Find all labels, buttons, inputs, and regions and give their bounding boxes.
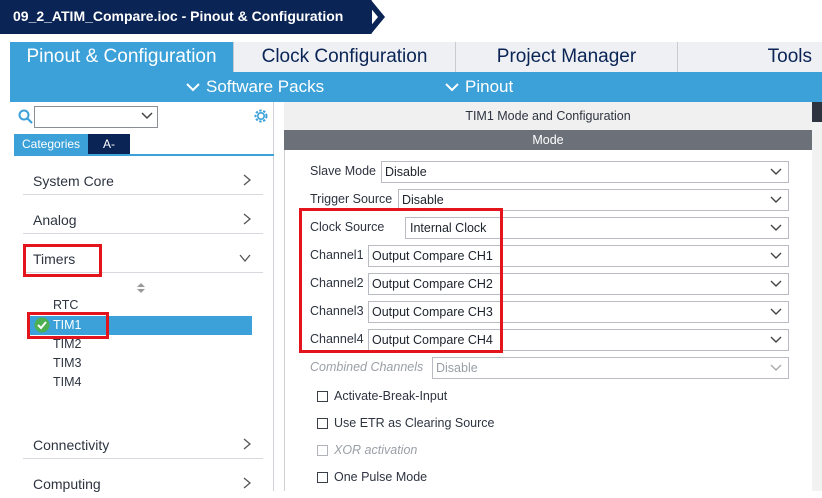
timer-item-tim4[interactable]: TIM4 (53, 375, 81, 389)
category-label: System Core (33, 173, 114, 189)
checkbox-label: Use ETR as Clearing Source (334, 416, 495, 430)
chevron-down-icon (770, 224, 782, 231)
category-view-tabs: Categories A->Z (14, 134, 131, 171)
timer-item-tim2[interactable]: TIM2 (53, 337, 81, 351)
tab-pinout-configuration[interactable]: Pinout & Configuration (10, 42, 234, 72)
checkbox-box[interactable] (317, 471, 328, 483)
combined-channels-value: Disable (436, 361, 478, 375)
chevron-down-icon[interactable] (141, 111, 153, 121)
software-packs-label: Software Packs (206, 77, 325, 96)
chevron-down-icon (445, 83, 459, 92)
use-etr-checkbox[interactable]: Use ETR as Clearing Source (317, 415, 494, 431)
breadcrumb-chevron-icon (364, 0, 387, 34)
category-label: Analog (33, 212, 77, 228)
highlight-box (299, 208, 503, 353)
category-label: Computing (33, 476, 101, 492)
checkbox-box[interactable] (317, 417, 328, 429)
checkbox-label: XOR activation (334, 443, 418, 457)
tab-a-z[interactable]: A->Z (88, 134, 131, 171)
checkbox-label: Activate-Break-Input (334, 389, 448, 403)
tab-project-manager[interactable]: Project Manager (456, 42, 678, 72)
categories-panel: Categories A->Z System Core Analog Timer… (10, 102, 274, 492)
software-packs-menu[interactable]: Software Packs (186, 72, 324, 102)
combined-channels-select: Disable (432, 357, 789, 379)
pinout-menu-label: Pinout (465, 77, 514, 96)
timer-item-rtc[interactable]: RTC (53, 298, 78, 312)
search-input[interactable] (35, 107, 135, 127)
category-label: Connectivity (33, 437, 110, 453)
chevron-down-icon (239, 254, 251, 262)
chevron-down-icon (770, 196, 782, 203)
chevron-down-icon (186, 83, 200, 92)
combined-channels-label: Combined Channels (310, 360, 424, 374)
chevron-down-icon (770, 336, 782, 343)
timer-item-tim3[interactable]: TIM3 (53, 356, 81, 370)
sort-icon[interactable] (136, 282, 146, 294)
checkbox-box[interactable] (317, 390, 328, 402)
activate-break-input-checkbox[interactable]: Activate-Break-Input (317, 388, 447, 404)
trigger-source-value: Disable (402, 193, 444, 207)
chevron-down-icon (770, 252, 782, 259)
category-system-core[interactable]: System Core (23, 165, 263, 195)
highlight-box (23, 244, 102, 277)
chevron-down-icon (770, 168, 782, 175)
checkbox-box (317, 444, 328, 456)
chevron-down-icon (770, 364, 782, 371)
slave-mode-select[interactable]: Disable (381, 161, 789, 183)
slave-mode-label: Slave Mode (310, 164, 377, 178)
tab-clock-configuration[interactable]: Clock Configuration (234, 42, 456, 72)
chevron-down-icon (770, 308, 782, 315)
tab-categories[interactable]: Categories (14, 134, 89, 154)
one-pulse-mode-checkbox[interactable]: One Pulse Mode (317, 469, 427, 485)
title-bar: 09_2_ATIM_Compare.ioc - Pinout & Configu… (0, 0, 822, 34)
search-combobox[interactable] (34, 106, 158, 128)
highlight-box (27, 312, 109, 339)
checkbox-label: One Pulse Mode (334, 470, 428, 484)
panel-title: TIM1 Mode and Configuration (284, 102, 812, 130)
slave-mode-value: Disable (385, 165, 427, 179)
chevron-right-icon (243, 477, 251, 489)
chevron-down-icon (770, 280, 782, 287)
divider (14, 154, 274, 156)
gear-icon[interactable] (252, 107, 270, 125)
chevron-right-icon (243, 213, 251, 225)
chevron-right-icon (243, 438, 251, 450)
trigger-source-label: Trigger Source (310, 192, 393, 206)
tab-tools[interactable]: Tools (678, 42, 822, 72)
pinout-menu[interactable]: Pinout (445, 72, 513, 102)
search-icon (18, 109, 33, 124)
xor-activation-checkbox: XOR activation (317, 442, 417, 458)
sub-menu-bar: Software Packs Pinout (10, 72, 822, 102)
category-analog[interactable]: Analog (23, 204, 263, 234)
category-connectivity[interactable]: Connectivity (23, 429, 263, 459)
scrollbar-handle[interactable] (812, 102, 822, 122)
category-computing[interactable]: Computing (23, 468, 263, 498)
mode-header: Mode (284, 130, 812, 150)
main-tabs: Pinout & Configuration Clock Configurati… (10, 42, 822, 72)
chevron-right-icon (243, 174, 251, 186)
window-title: 09_2_ATIM_Compare.ioc - Pinout & Configu… (0, 0, 372, 34)
